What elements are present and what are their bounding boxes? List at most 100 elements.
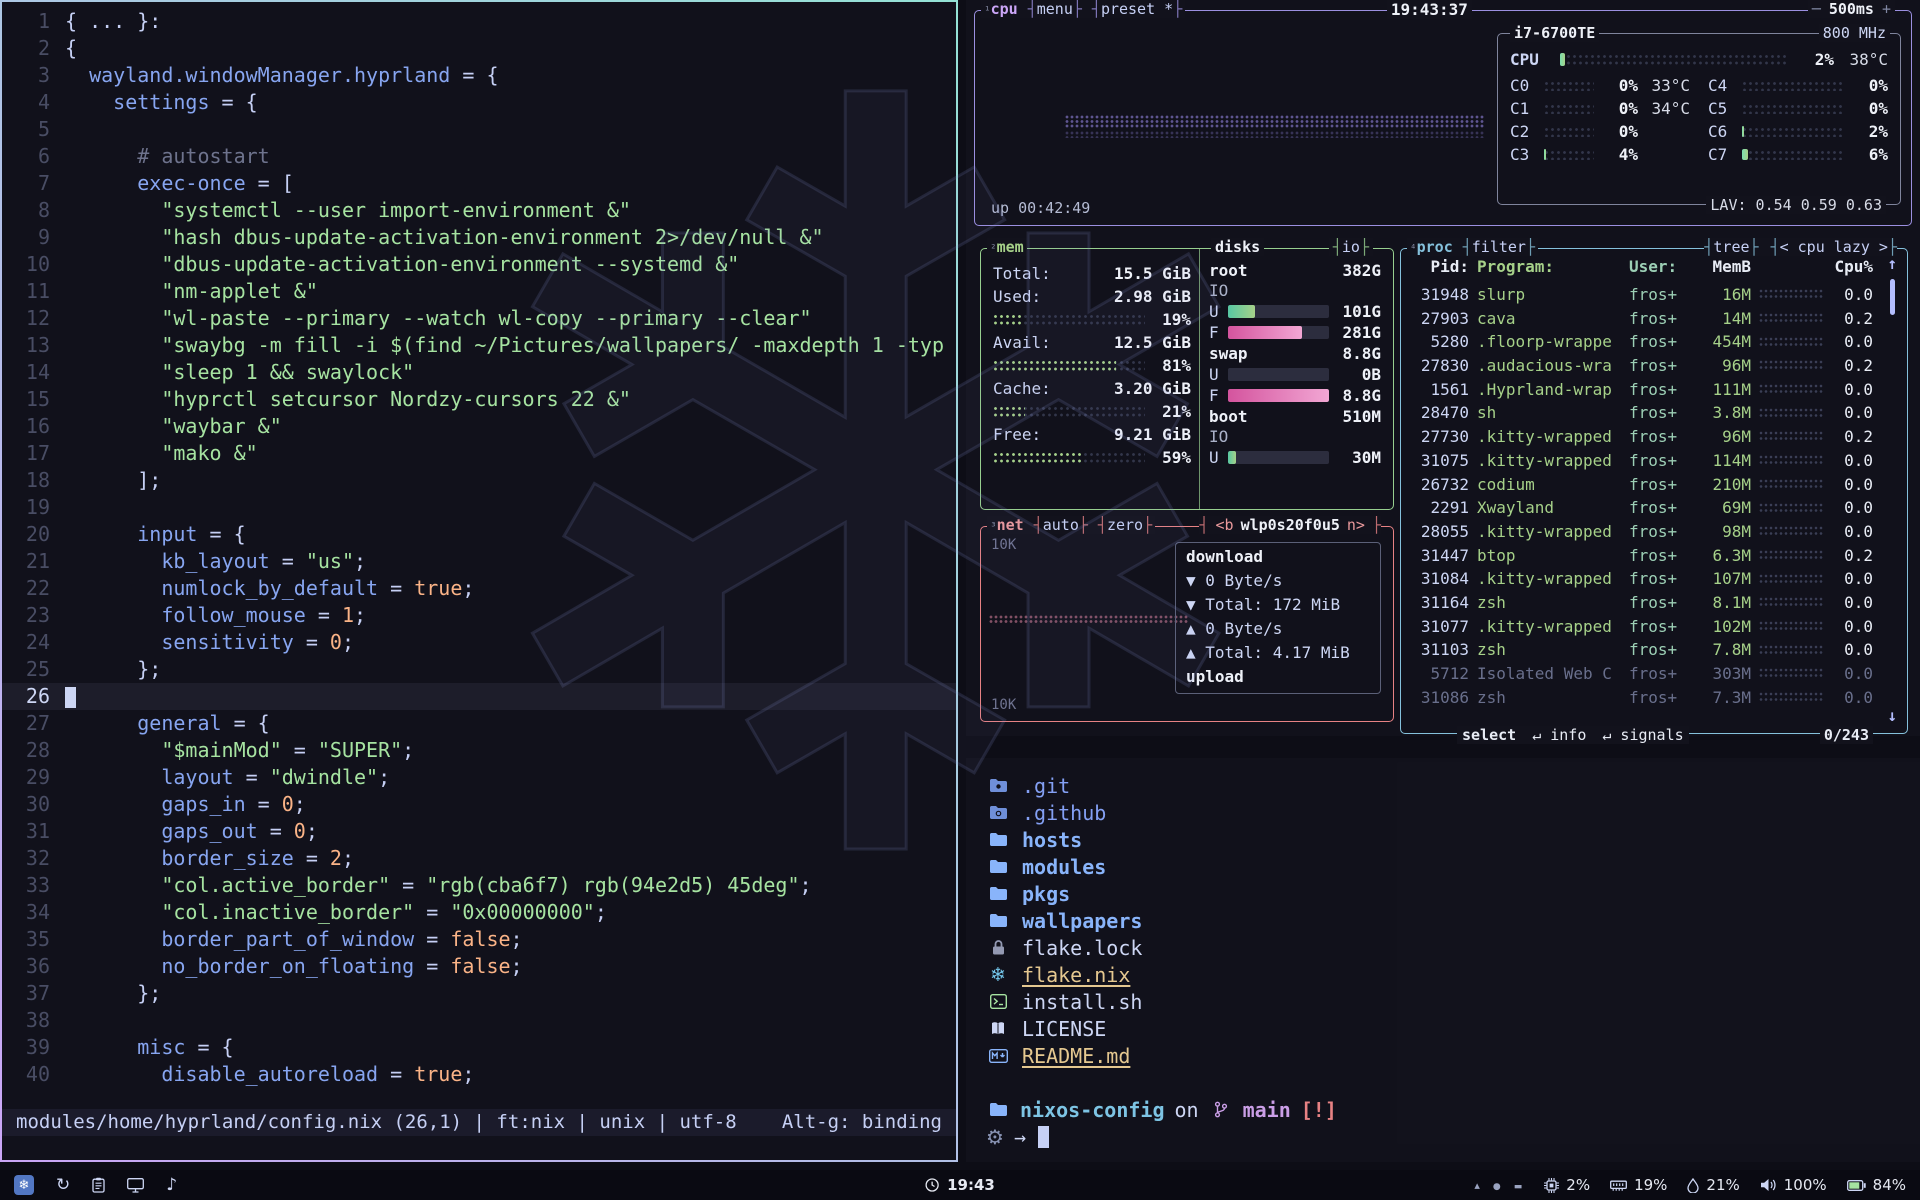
editor-line[interactable]: 29 layout = "dwindle"; (2, 764, 956, 791)
editor-line[interactable]: 25 }; (2, 656, 956, 683)
iface-prev-button[interactable]: <b (1216, 516, 1234, 534)
menu-button[interactable]: menu (1028, 0, 1082, 18)
editor-code-area[interactable]: 1{ ... }:2{3 wayland.windowManager.hyprl… (2, 8, 956, 1088)
editor-line[interactable]: 33 "col.active_border" = "rgb(cba6f7) rg… (2, 872, 956, 899)
battery-module[interactable]: 84% (1847, 1176, 1906, 1194)
editor-line[interactable]: 37 }; (2, 980, 956, 1007)
editor-line[interactable]: 22 numlock_by_default = true; (2, 575, 956, 602)
editor-line[interactable]: 4 settings = { (2, 89, 956, 116)
editor-line[interactable]: 11 "nm-applet &" (2, 278, 956, 305)
file-item[interactable]: wallpapers (986, 907, 1142, 934)
process-row[interactable]: 28055.kitty-wrappedfros+98M0.0 (1413, 520, 1873, 544)
editor-line[interactable]: 14 "sleep 1 && swaylock" (2, 359, 956, 386)
process-row[interactable]: 26732codiumfros+210M0.0 (1413, 473, 1873, 497)
file-item[interactable]: LICENSE (986, 1015, 1142, 1042)
process-row[interactable]: 31086zshfros+7.3M0.0 (1413, 686, 1873, 710)
editor-line[interactable]: 27 general = { (2, 710, 956, 737)
cpu-module[interactable]: 2% (1544, 1176, 1590, 1194)
editor-line[interactable]: 16 "waybar &" (2, 413, 956, 440)
tray-up-icon[interactable]: ▴ (1474, 1179, 1480, 1192)
file-item[interactable]: hosts (986, 826, 1142, 853)
file-item[interactable]: README.md (986, 1042, 1142, 1069)
editor-line[interactable]: 15 "hyprctl setcursor Nordzy-cursors 22 … (2, 386, 956, 413)
volume-module[interactable]: 100% (1760, 1176, 1827, 1194)
editor-line[interactable]: 9 "hash dbus-update-activation-environme… (2, 224, 956, 251)
editor-line[interactable]: 6 # autostart (2, 143, 956, 170)
process-row[interactable]: 31077.kitty-wrappedfros+102M0.0 (1413, 615, 1873, 639)
file-item[interactable]: .github (986, 799, 1142, 826)
memory-module[interactable]: 19% (1610, 1176, 1667, 1194)
editor-line[interactable]: 26 (2, 683, 956, 710)
editor-line[interactable]: 28 "$mainMod" = "SUPER"; (2, 737, 956, 764)
select-button[interactable]: select (1462, 726, 1516, 744)
editor-line[interactable]: 10 "dbus-update-activation-environment -… (2, 251, 956, 278)
process-row[interactable]: 27830.audacious-wrafros+96M0.2 (1413, 354, 1873, 378)
sort-selector[interactable]: < cpu lazy > (1771, 238, 1897, 256)
editor-line[interactable]: 36 no_border_on_floating = false; (2, 953, 956, 980)
io-mode-button[interactable]: io (1329, 238, 1373, 256)
process-row[interactable]: 27903cavafros+14M0.2 (1413, 307, 1873, 331)
network-interface-selector[interactable]: <bwlp0s20f0u5n> (1199, 516, 1381, 534)
file-item[interactable]: .git (986, 772, 1142, 799)
update-interval-control[interactable]: ─500ms+ (1808, 0, 1895, 18)
process-row[interactable]: 31164zshfros+8.1M0.0 (1413, 591, 1873, 615)
net-zero-button[interactable]: zero (1098, 516, 1152, 534)
file-item[interactable]: install.sh (986, 988, 1142, 1015)
editor-line[interactable]: 5 (2, 116, 956, 143)
scroll-up-icon[interactable]: ↑ (1887, 254, 1897, 273)
editor-line[interactable]: 12 "wl-paste --primary --watch wl-copy -… (2, 305, 956, 332)
refresh-icon[interactable]: ↻ (56, 1175, 70, 1195)
file-item[interactable]: flake.lock (986, 934, 1142, 961)
interval-increase-button[interactable]: + (1882, 0, 1891, 18)
process-row[interactable]: 31084.kitty-wrappedfros+107M0.0 (1413, 567, 1873, 591)
music-icon[interactable]: ♪ (166, 1175, 177, 1195)
editor-line[interactable]: 38 (2, 1007, 956, 1034)
editor-line[interactable]: 3 wayland.windowManager.hyprland = { (2, 62, 956, 89)
interval-decrease-button[interactable]: ─ (1812, 0, 1821, 18)
nix-launcher-icon[interactable]: ❄ (14, 1175, 34, 1195)
editor-line[interactable]: 1{ ... }: (2, 8, 956, 35)
tray-bar-icon[interactable]: ▬ (1514, 1179, 1523, 1192)
editor-line[interactable]: 19 (2, 494, 956, 521)
editor-line[interactable]: 31 gaps_out = 0; (2, 818, 956, 845)
process-row[interactable]: 5712Isolated Web Cfros+303M0.0 (1413, 662, 1873, 686)
iface-next-button[interactable]: n> (1347, 516, 1365, 534)
file-item[interactable]: ❄flake.nix (986, 961, 1142, 988)
editor-line[interactable]: 7 exec-once = [ (2, 170, 956, 197)
process-row[interactable]: 1561.Hyprland-wrapfros+111M0.0 (1413, 378, 1873, 402)
info-button[interactable]: ↵ info (1532, 726, 1586, 744)
editor-line[interactable]: 39 misc = { (2, 1034, 956, 1061)
scroll-down-icon[interactable]: ↓ (1887, 706, 1897, 725)
editor-line[interactable]: 18 ]; (2, 467, 956, 494)
display-icon[interactable] (127, 1178, 144, 1193)
terminal-window[interactable]: .git.githubhostsmodulespkgswallpapersfla… (966, 758, 1920, 1162)
editor-line[interactable]: 21 kb_layout = "us"; (2, 548, 956, 575)
editor-line[interactable]: 30 gaps_in = 0; (2, 791, 956, 818)
editor-line[interactable]: 8 "systemctl --user import-environment &… (2, 197, 956, 224)
net-auto-button[interactable]: auto (1034, 516, 1088, 534)
scrollbar-thumb[interactable] (1890, 279, 1895, 315)
editor-line[interactable]: 13 "swaybg -m fill -i $(find ~/Pictures/… (2, 332, 956, 359)
process-row[interactable]: 27730.kitty-wrappedfros+96M0.2 (1413, 425, 1873, 449)
signals-button[interactable]: ↵ signals (1602, 726, 1683, 744)
process-row[interactable]: 2291Xwaylandfros+69M0.0 (1413, 496, 1873, 520)
process-row[interactable]: 31447btopfros+6.3M0.2 (1413, 544, 1873, 568)
tray-dot-icon[interactable]: ● (1493, 1179, 1501, 1192)
editor-line[interactable]: 40 disable_autoreload = true; (2, 1061, 956, 1088)
editor-line[interactable]: 23 follow_mouse = 1; (2, 602, 956, 629)
shell-input-line[interactable]: ⚙ → (986, 1123, 1049, 1150)
file-item[interactable]: pkgs (986, 880, 1142, 907)
editor-line[interactable]: 34 "col.inactive_border" = "0x00000000"; (2, 899, 956, 926)
file-item[interactable]: modules (986, 853, 1142, 880)
editor-line[interactable]: 24 sensitivity = 0; (2, 629, 956, 656)
editor-line[interactable]: 2{ (2, 35, 956, 62)
tree-button[interactable]: tree (1704, 238, 1758, 256)
clock-module[interactable]: 19:43 (925, 1176, 995, 1194)
process-row[interactable]: 28470shfros+3.8M0.0 (1413, 401, 1873, 425)
editor-line[interactable]: 32 border_size = 2; (2, 845, 956, 872)
filter-button[interactable]: filter (1463, 238, 1535, 256)
editor-line[interactable]: 20 input = { (2, 521, 956, 548)
clipboard-icon[interactable] (92, 1177, 105, 1193)
preset-button[interactable]: preset * (1092, 0, 1182, 18)
process-row[interactable]: 31075.kitty-wrappedfros+114M0.0 (1413, 449, 1873, 473)
